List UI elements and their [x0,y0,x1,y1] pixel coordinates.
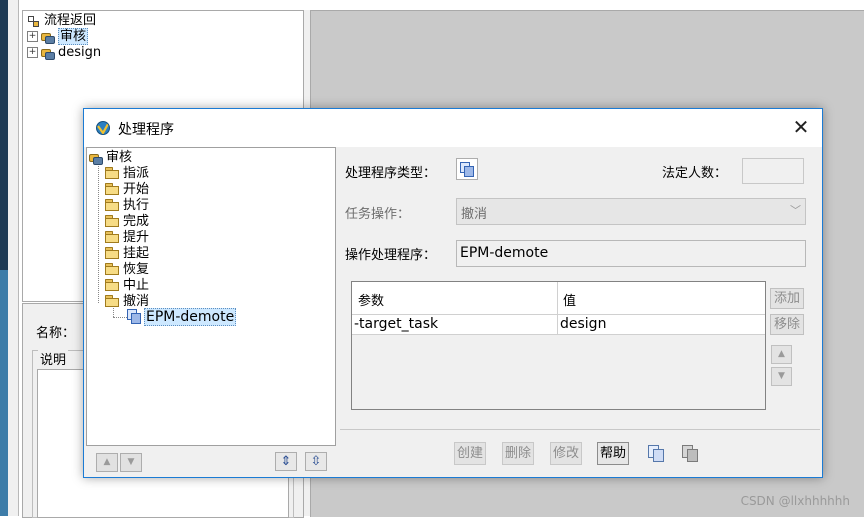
collapse-all-button[interactable]: ⇳ [305,452,327,471]
table-header: 参数 值 [352,282,765,315]
task-action-select[interactable]: 撤消 ﹀ [456,198,806,225]
tree-leaf-handler[interactable]: EPM-demote [127,308,237,326]
task-group-icon [41,47,55,60]
action-handler-field[interactable]: EPM-demote [456,240,806,267]
folder-icon [105,279,119,291]
folder-icon [105,215,119,227]
tree-item-return[interactable]: 流程返回 [27,13,96,29]
task-group-icon [89,152,103,165]
create-button[interactable]: 创建 [454,442,487,465]
tree-folder-complete[interactable]: 完成 [105,214,149,230]
tree-folder-assign[interactable]: 指派 [105,166,149,182]
handler-dialog: 处理程序 ✕ 审核 指派 开始 执行 完成 提升 挂起 恢复 中止 撤消 EPM… [83,108,823,478]
tree-guide [113,308,114,317]
modify-button[interactable]: 修改 [550,442,583,465]
column-header-value[interactable]: 值 [563,290,576,309]
dialog-titlebar[interactable]: 处理程序 ✕ [84,109,822,147]
tree-folder-resume[interactable]: 恢复 [105,262,149,278]
description-label: 说明 [38,349,69,368]
left-strip [8,0,19,516]
tree-root-review[interactable]: 审核 [89,150,132,166]
add-button[interactable]: 添加 [770,288,804,309]
arg-down-button[interactable]: ▼ [771,367,792,386]
quorum-input[interactable] [742,158,804,184]
bottom-divider [340,429,820,430]
close-button[interactable]: ✕ [790,117,812,139]
dialog-title: 处理程序 [118,122,174,138]
help-button[interactable]: 帮助 [597,442,630,465]
task-group-icon [41,31,55,44]
folder-icon [105,167,119,179]
tree-guide [113,317,127,318]
folder-icon [105,231,119,243]
handler-icon [460,162,474,177]
paste-icon[interactable] [681,444,699,462]
handler-icon [127,309,141,324]
watermark: CSDN @llxhhhhhh [740,494,850,508]
folder-icon [105,247,119,259]
action-handler-value: EPM-demote [460,245,549,261]
folder-icon [105,183,119,195]
copy-icon[interactable] [647,444,665,462]
tree-folder-promote[interactable]: 提升 [105,230,149,246]
tree-root-label: 审核 [106,150,133,165]
remove-button[interactable]: 移除 [770,314,804,335]
action-handler-label: 操作处理程序： [345,248,437,263]
table-row[interactable]: -target_task design [352,315,765,335]
desktop-edge [0,0,8,516]
arguments-table: 参数 值 -target_task design [351,281,766,410]
column-header-param[interactable]: 参数 [358,290,384,309]
move-down-button[interactable]: ▼ [120,453,142,472]
flow-icon [27,15,40,27]
cell-value[interactable]: design [560,316,606,332]
folder-open-icon [105,295,119,307]
task-action-value: 撤消 [461,207,488,222]
expand-icon[interactable]: + [27,31,38,42]
cell-param[interactable]: -target_task [354,316,438,332]
task-action-label: 任务操作： [345,207,411,222]
expand-icon[interactable]: + [27,47,38,58]
tree-folder-abort[interactable]: 中止 [105,278,149,294]
chevron-down-icon: ﹀ [790,204,801,217]
tree-folder-suspend[interactable]: 挂起 [105,246,149,262]
delete-button[interactable]: 删除 [502,442,535,465]
tree-folder-start[interactable]: 开始 [105,182,149,198]
name-label: 名称： [36,326,76,341]
handler-type-button[interactable] [456,158,478,180]
tree-guide [98,166,99,303]
arg-up-button[interactable]: ▲ [771,345,792,364]
quorum-label: 法定人数： [662,166,728,181]
move-up-button[interactable]: ▲ [96,453,118,472]
folder-icon [105,263,119,275]
tree-folder-undo[interactable]: 撤消 [105,294,149,310]
column-divider [557,282,558,334]
app-logo-icon [96,121,110,136]
action-tree: 审核 指派 开始 执行 完成 提升 挂起 恢复 中止 撤消 EPM-demote [86,147,336,446]
handler-type-label: 处理程序类型： [345,166,437,181]
tree-item-review[interactable]: + 审核 [27,28,89,45]
expand-all-button[interactable]: ⇕ [275,452,297,471]
tree-item-design[interactable]: + design [27,45,101,61]
folder-icon [105,199,119,211]
tree-folder-perform[interactable]: 执行 [105,198,149,214]
